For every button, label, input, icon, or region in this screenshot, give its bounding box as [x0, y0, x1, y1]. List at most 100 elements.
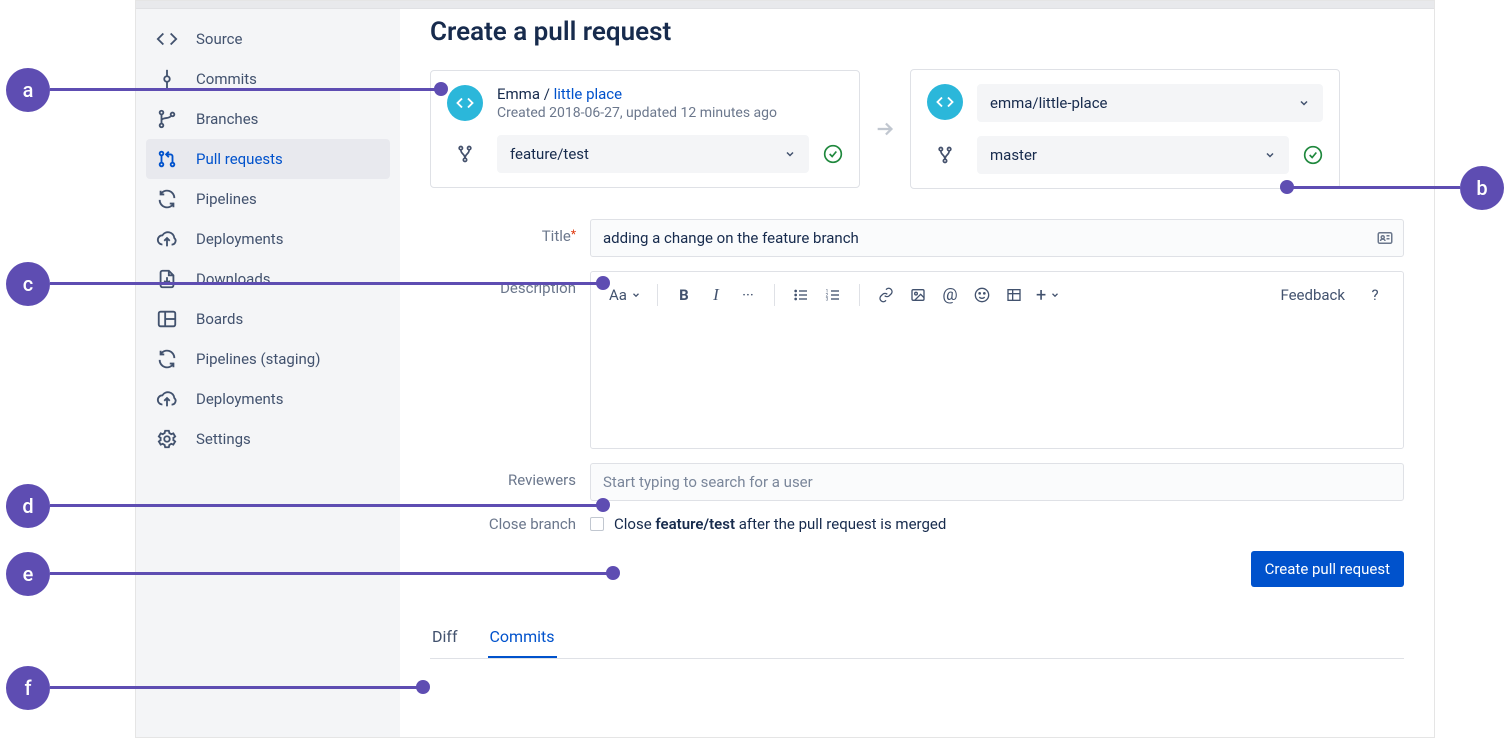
close-branch-checkbox[interactable] [590, 517, 604, 531]
annotation-line [1290, 186, 1460, 189]
chevron-down-icon [631, 290, 641, 300]
destination-branch-select[interactable]: master [977, 136, 1289, 174]
mention-button[interactable]: @ [936, 281, 964, 309]
annotation-dot [1280, 180, 1294, 194]
close-branch-label: Close branch [470, 515, 590, 533]
sidebar-item-deployments[interactable]: Deployments [146, 219, 390, 259]
title-input[interactable] [590, 219, 1404, 257]
sidebar-item-commits[interactable]: Commits [146, 59, 390, 99]
sidebar-item-label: Deployments [196, 230, 283, 248]
sidebar-item-pipelines[interactable]: Pipelines [146, 179, 390, 219]
feedback-link[interactable]: Feedback [1280, 286, 1345, 304]
cloud-up-icon [156, 388, 178, 410]
arrow-right-icon [874, 118, 896, 140]
source-repo-meta: Created 2018-06-27, updated 12 minutes a… [497, 105, 777, 121]
sidebar-item-label: Deployments [196, 390, 283, 408]
source-branch-card: Emma / little place Created 2018-06-27, … [430, 70, 860, 188]
annotation-line [50, 572, 612, 575]
pr-form: Title* Description Aa B [430, 219, 1404, 587]
fork-icon [447, 144, 483, 164]
sidebar-item-label: Settings [196, 430, 251, 448]
help-button[interactable]: ? [1361, 281, 1389, 309]
sidebar-item-branches[interactable]: Branches [146, 99, 390, 139]
sidebar-item-source[interactable]: Source [146, 19, 390, 59]
annotation-b: b [1460, 166, 1504, 210]
link-button[interactable] [872, 281, 900, 309]
source-branch-select[interactable]: feature/test [497, 135, 809, 173]
reviewers-label: Reviewers [470, 463, 590, 501]
sidebar-item-label: Downloads [196, 270, 271, 288]
pipelines-icon [156, 188, 178, 210]
commit-icon [156, 68, 178, 90]
app-window: Source Commits Branches Pull requests Pi… [135, 0, 1435, 738]
title-label: Title* [470, 219, 590, 257]
code-icon [156, 28, 178, 50]
bold-button[interactable]: B [670, 281, 698, 309]
tab-commits[interactable]: Commits [488, 627, 557, 658]
sidebar-item-label: Pipelines (staging) [196, 350, 320, 368]
sidebar-item-downloads[interactable]: Downloads [146, 259, 390, 299]
more-formatting-button[interactable]: ··· [734, 281, 762, 309]
sidebar-item-label: Branches [196, 110, 258, 128]
annotation-line [50, 88, 438, 91]
pipelines-icon [156, 348, 178, 370]
pr-tabs: Diff Commits [430, 627, 1404, 659]
annotation-dot [596, 498, 610, 512]
fork-icon [927, 145, 963, 165]
pull-request-icon [156, 148, 178, 170]
annotation-line [50, 686, 420, 689]
table-button[interactable] [1000, 281, 1028, 309]
italic-button[interactable]: I [702, 281, 730, 309]
annotation-dot [596, 276, 610, 290]
annotation-d: d [6, 484, 50, 528]
sidebar: Source Commits Branches Pull requests Pi… [136, 9, 400, 737]
sidebar-item-pull-requests[interactable]: Pull requests [146, 139, 390, 179]
description-textarea[interactable] [591, 318, 1403, 448]
cloud-up-icon [156, 228, 178, 250]
sidebar-item-label: Source [196, 30, 242, 48]
emoji-button[interactable] [968, 281, 996, 309]
annotation-line [50, 282, 602, 285]
chevron-down-icon [1050, 290, 1060, 300]
contact-card-icon[interactable] [1376, 229, 1394, 247]
repo-avatar-icon [447, 85, 483, 121]
annotation-dot [434, 82, 448, 96]
sidebar-item-deployments-2[interactable]: Deployments [146, 379, 390, 419]
chevron-down-icon [1264, 149, 1276, 161]
description-label: Description [470, 271, 590, 449]
sidebar-item-settings[interactable]: Settings [146, 419, 390, 459]
repo-avatar-icon [927, 84, 963, 120]
source-repo-link[interactable]: little place [554, 85, 622, 103]
check-circle-icon [1303, 145, 1323, 165]
main-content: Create a pull request Emma / little plac… [400, 9, 1434, 737]
annotation-line [50, 504, 602, 507]
image-button[interactable] [904, 281, 932, 309]
text-style-button[interactable]: Aa [605, 281, 645, 309]
editor-toolbar: Aa B I ··· 123 @ [591, 272, 1403, 318]
chevron-down-icon [1298, 97, 1310, 109]
sidebar-item-pipelines-staging[interactable]: Pipelines (staging) [146, 339, 390, 379]
tab-diff[interactable]: Diff [430, 627, 460, 658]
sidebar-item-label: Commits [196, 70, 257, 88]
app-body: Source Commits Branches Pull requests Pi… [136, 9, 1434, 737]
close-branch-text: Close feature/test after the pull reques… [614, 515, 946, 533]
reviewers-input[interactable] [590, 463, 1404, 501]
create-pull-request-button[interactable]: Create pull request [1251, 551, 1404, 587]
numbered-list-button[interactable]: 123 [819, 281, 847, 309]
top-strip [136, 1, 1434, 9]
sidebar-item-boards[interactable]: Boards [146, 299, 390, 339]
annotation-dot [416, 680, 430, 694]
sidebar-item-label: Pipelines [196, 190, 257, 208]
destination-branch-card: emma/little-place master [910, 69, 1340, 189]
check-circle-icon [823, 144, 843, 164]
sidebar-item-label: Pull requests [196, 150, 283, 168]
annotation-a: a [6, 68, 50, 112]
annotation-dot [606, 566, 620, 580]
destination-repo-select[interactable]: emma/little-place [977, 84, 1323, 122]
branch-selection-row: Emma / little place Created 2018-06-27, … [430, 69, 1404, 189]
bullet-list-button[interactable] [787, 281, 815, 309]
chevron-down-icon [784, 148, 796, 160]
sidebar-item-label: Boards [196, 310, 243, 328]
insert-more-button[interactable]: + [1032, 281, 1064, 309]
annotation-e: e [6, 552, 50, 596]
